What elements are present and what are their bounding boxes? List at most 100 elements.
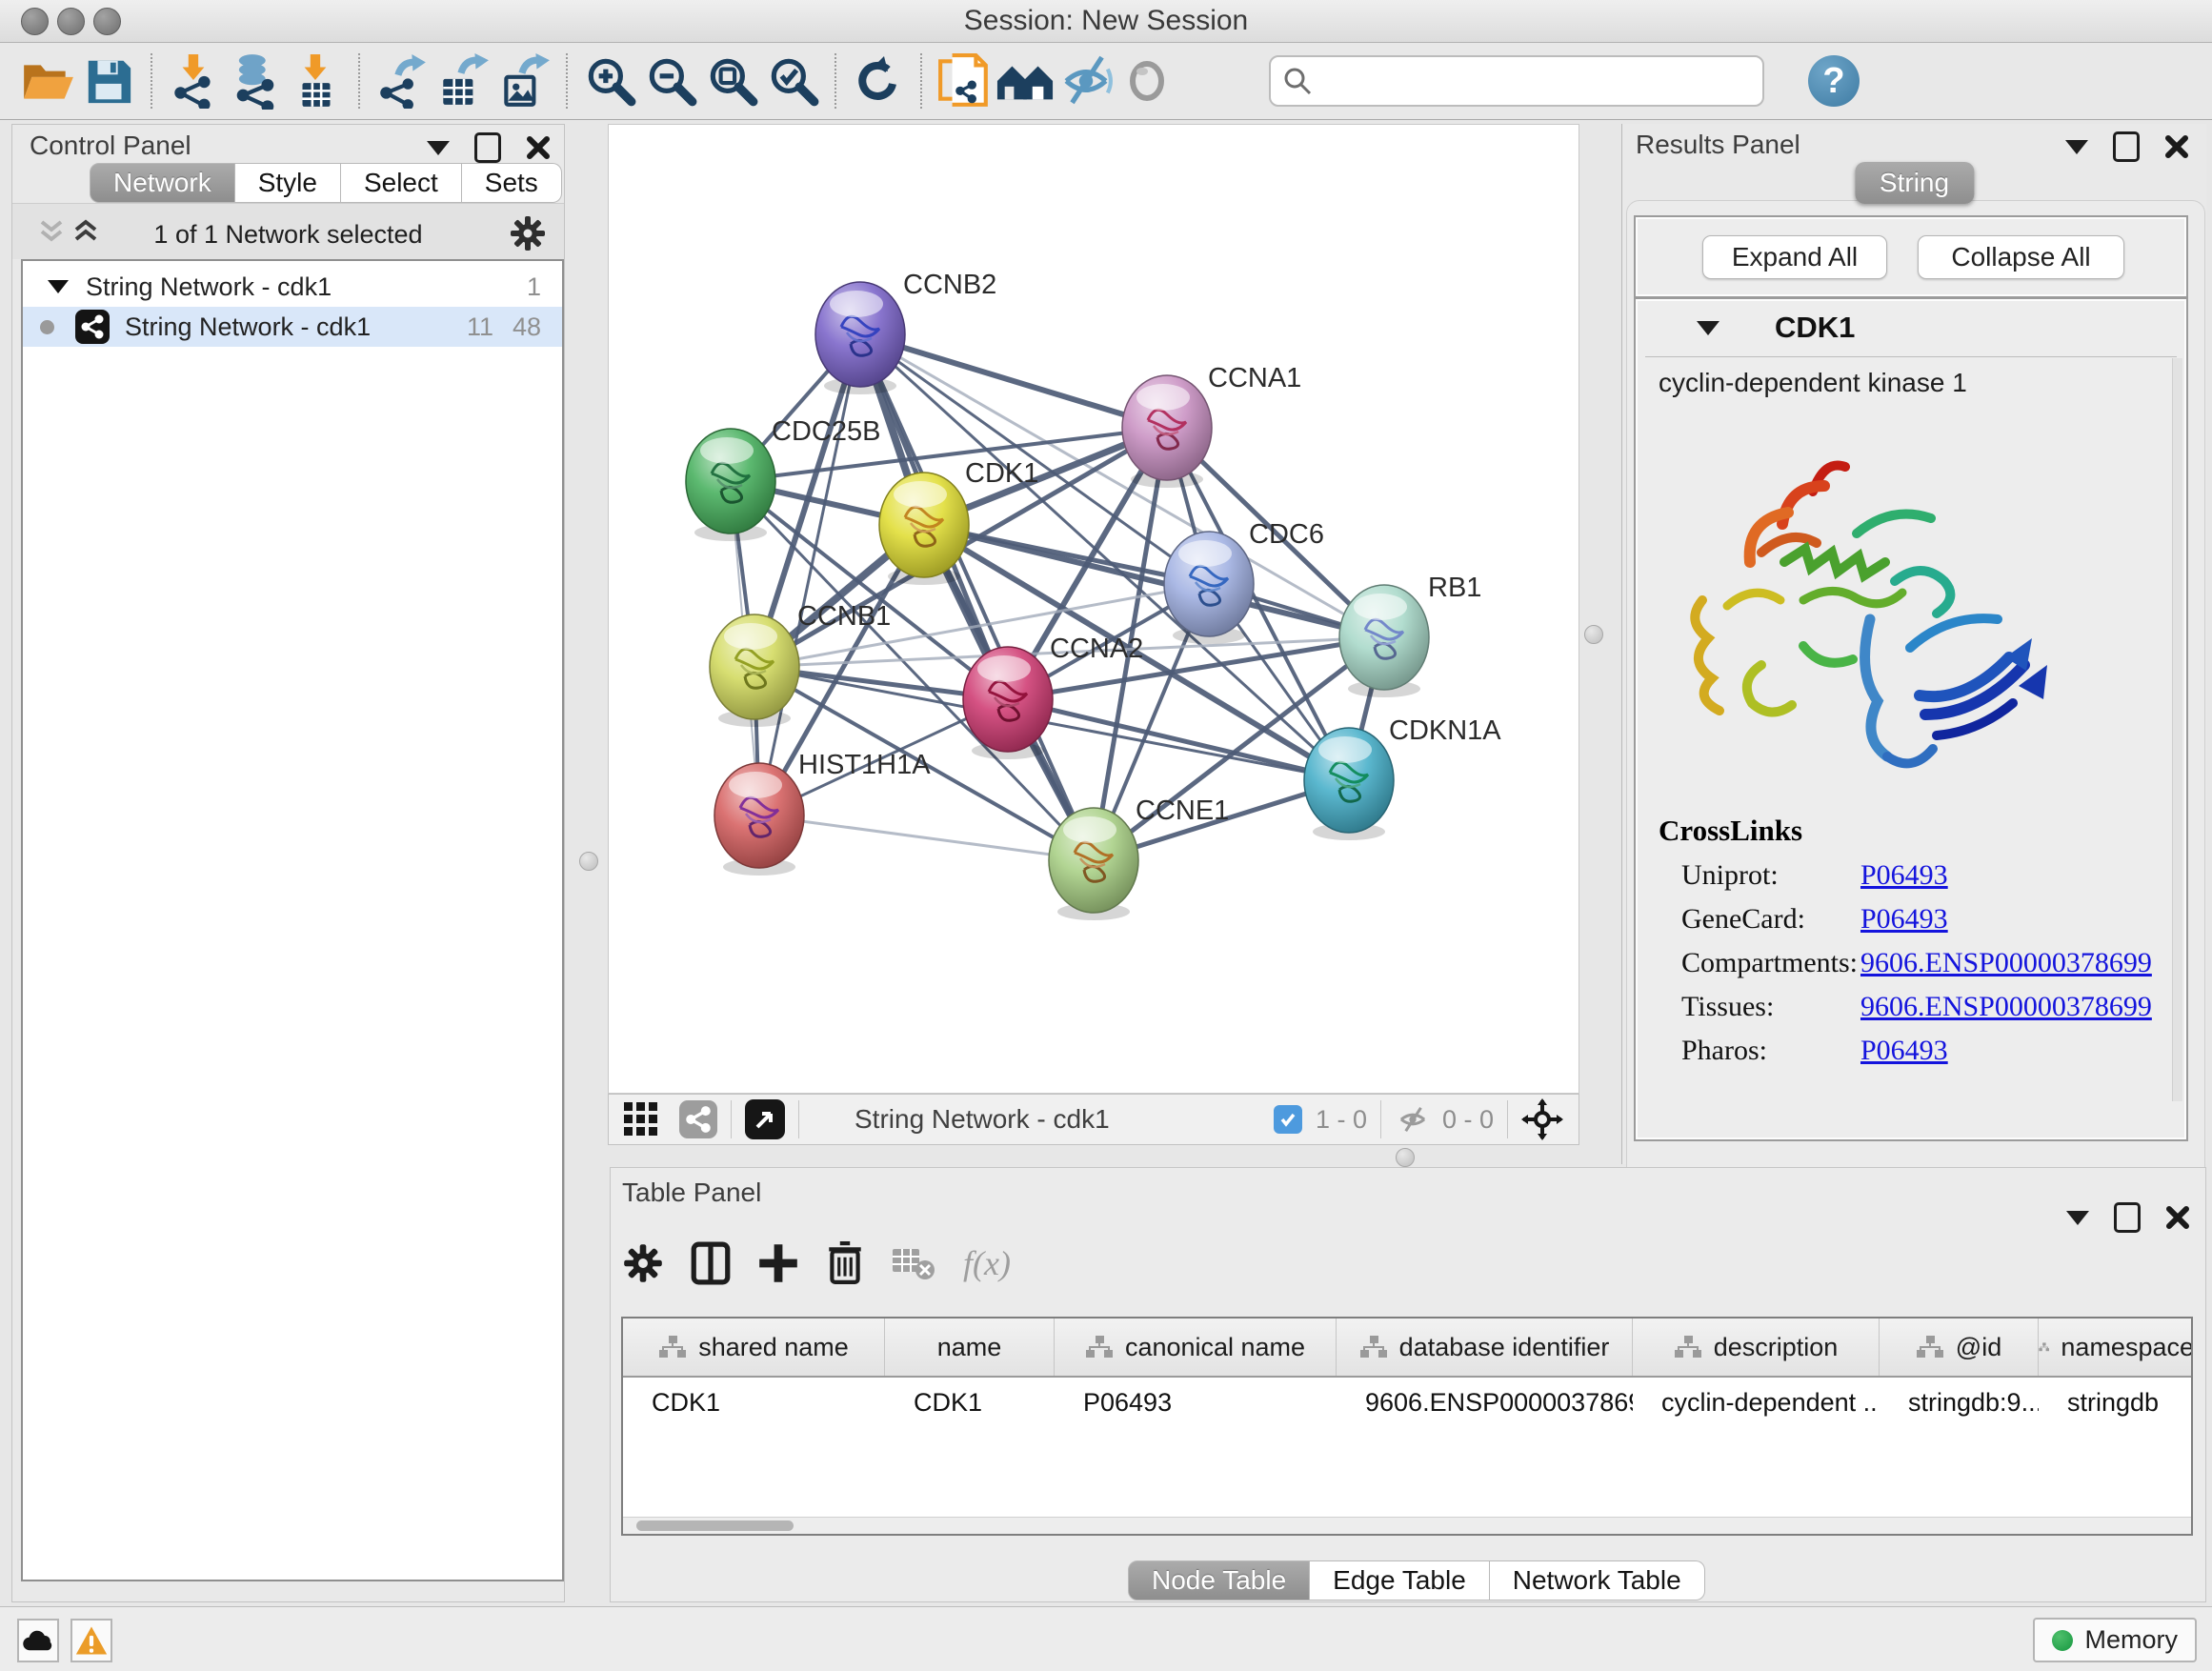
- panel-float-icon[interactable]: [2113, 131, 2140, 162]
- panel-float-icon[interactable]: [2114, 1202, 2141, 1233]
- panel-close-icon[interactable]: [2164, 134, 2189, 159]
- add-column-icon[interactable]: [757, 1242, 799, 1284]
- delete-table-icon[interactable]: [891, 1245, 936, 1281]
- cloud-button[interactable]: [17, 1619, 59, 1662]
- hidden-eye-icon[interactable]: [1395, 1103, 1431, 1136]
- gear-icon[interactable]: [622, 1242, 664, 1284]
- crosshair-icon[interactable]: [1521, 1098, 1563, 1140]
- panel-float-icon[interactable]: [474, 132, 501, 163]
- panel-menu-icon[interactable]: [427, 141, 450, 155]
- network-node-cdk1[interactable]: CDK1: [879, 458, 1038, 585]
- search-input[interactable]: [1313, 66, 1751, 97]
- column-header--id[interactable]: @id: [1880, 1319, 2039, 1376]
- network-node-rb1[interactable]: RB1: [1339, 573, 1481, 697]
- zoom-in-icon[interactable]: [579, 50, 640, 111]
- crosslink-link[interactable]: P06493: [1860, 1035, 1948, 1067]
- tree-expand-icon[interactable]: [48, 280, 69, 293]
- show-all-icon[interactable]: [995, 50, 1056, 111]
- save-session-icon[interactable]: [78, 50, 139, 111]
- node-section-header[interactable]: CDK1: [1638, 301, 2184, 354]
- table-cell[interactable]: P06493: [1055, 1388, 1337, 1418]
- import-network-database-icon[interactable]: [225, 50, 286, 111]
- tab-select[interactable]: Select: [341, 163, 462, 203]
- columns-icon[interactable]: [691, 1241, 731, 1285]
- tab-sets[interactable]: Sets: [462, 163, 562, 203]
- tab-string[interactable]: String: [1855, 162, 1974, 204]
- tab-network-table[interactable]: Network Table: [1490, 1560, 1705, 1601]
- panel-close-icon[interactable]: [2165, 1205, 2190, 1230]
- column-header-shared-name[interactable]: shared name: [623, 1319, 885, 1376]
- tab-network[interactable]: Network: [90, 163, 235, 203]
- birdseye-icon[interactable]: [745, 1099, 785, 1139]
- network-edge[interactable]: [1008, 699, 1349, 780]
- collapse-all-button[interactable]: Collapse All: [1918, 235, 2124, 279]
- zoom-out-icon[interactable]: [640, 50, 701, 111]
- crosslink-link[interactable]: P06493: [1860, 859, 1948, 892]
- delete-column-icon[interactable]: [826, 1241, 864, 1285]
- network-edge[interactable]: [759, 334, 860, 815]
- export-table-icon[interactable]: [432, 50, 493, 111]
- refresh-icon[interactable]: [848, 50, 909, 111]
- network-node-hist1h1a[interactable]: HIST1H1A: [714, 750, 931, 876]
- open-file-icon[interactable]: [17, 50, 78, 111]
- table-cell[interactable]: stringdb: [2039, 1388, 2193, 1418]
- toggle-view-icon[interactable]: [1116, 50, 1177, 111]
- crosslink-link[interactable]: 9606.ENSP00000378699: [1860, 991, 2152, 1023]
- bottom-splitter-handle[interactable]: [1396, 1148, 1415, 1167]
- network-edge[interactable]: [860, 334, 1167, 428]
- network-node-cdc6[interactable]: CDC6: [1164, 519, 1324, 644]
- column-header-description[interactable]: description: [1633, 1319, 1880, 1376]
- right-splitter-handle[interactable]: [1584, 625, 1603, 644]
- zoom-fit-icon[interactable]: [701, 50, 762, 111]
- table-cell[interactable]: CDK1: [885, 1388, 1055, 1418]
- import-network-file-icon[interactable]: [164, 50, 225, 111]
- table-hscrollbar[interactable]: [623, 1517, 2191, 1534]
- column-header-database-identifier[interactable]: database identifier: [1337, 1319, 1633, 1376]
- table-cell[interactable]: stringdb:9...: [1880, 1388, 2039, 1418]
- function-builder-icon[interactable]: f(x): [963, 1243, 1011, 1283]
- export-network-icon[interactable]: [372, 50, 432, 111]
- left-splitter-handle[interactable]: [579, 852, 598, 871]
- table-cell[interactable]: cyclin-dependent ...: [1633, 1388, 1880, 1418]
- toolbar-separator: [1380, 1100, 1381, 1138]
- network-collection-row[interactable]: String Network - cdk1 1: [23, 267, 562, 307]
- warning-button[interactable]: [70, 1619, 112, 1662]
- tab-node-table[interactable]: Node Table: [1128, 1560, 1310, 1601]
- panel-menu-icon[interactable]: [2065, 140, 2088, 154]
- grid-view-icon[interactable]: [622, 1100, 660, 1138]
- expand-all-button[interactable]: Expand All: [1702, 235, 1887, 279]
- table-cell[interactable]: CDK1: [623, 1388, 885, 1418]
- section-collapse-icon[interactable]: [1697, 321, 1719, 335]
- help-icon[interactable]: ?: [1808, 55, 1860, 107]
- memory-button[interactable]: Memory: [2033, 1618, 2197, 1662]
- results-scrollbar[interactable]: [2172, 358, 2182, 1101]
- zoom-selected-icon[interactable]: [762, 50, 823, 111]
- column-header-namespace[interactable]: namespace: [2039, 1319, 2193, 1376]
- share-view-icon[interactable]: [679, 1100, 717, 1138]
- network-node-cdkn1a[interactable]: CDKN1A: [1304, 715, 1501, 840]
- hide-selected-icon[interactable]: [1056, 50, 1116, 111]
- export-image-icon[interactable]: [493, 50, 554, 111]
- import-table-icon[interactable]: [286, 50, 347, 111]
- network-node-ccne1[interactable]: CCNE1: [1049, 795, 1229, 920]
- clone-network-icon[interactable]: [934, 50, 995, 111]
- network-row-selected[interactable]: String Network - cdk1 11 48: [23, 307, 562, 347]
- table-toolbar: f(x): [622, 1233, 1011, 1294]
- network-edge[interactable]: [860, 334, 1094, 860]
- network-node-count: 11: [467, 312, 493, 342]
- table-cell[interactable]: 9606.ENSP00000378699: [1337, 1388, 1633, 1418]
- network-node-ccna2[interactable]: CCNA2: [963, 634, 1143, 759]
- network-edge[interactable]: [759, 815, 1094, 860]
- column-header-name[interactable]: name: [885, 1319, 1055, 1376]
- crosslink-link[interactable]: 9606.ENSP00000378699: [1860, 947, 2152, 979]
- selected-checkbox-icon[interactable]: [1274, 1105, 1302, 1134]
- table-row[interactable]: CDK1CDK1P064939606.ENSP00000378699cyclin…: [623, 1378, 2191, 1427]
- panel-menu-icon[interactable]: [2066, 1211, 2089, 1225]
- panel-close-icon[interactable]: [526, 135, 551, 160]
- options-gear-icon[interactable]: [509, 214, 547, 252]
- tab-edge-table[interactable]: Edge Table: [1310, 1560, 1490, 1601]
- hscroll-thumb[interactable]: [636, 1520, 794, 1531]
- crosslink-link[interactable]: P06493: [1860, 903, 1948, 936]
- column-header-canonical-name[interactable]: canonical name: [1055, 1319, 1337, 1376]
- tab-style[interactable]: Style: [235, 163, 341, 203]
